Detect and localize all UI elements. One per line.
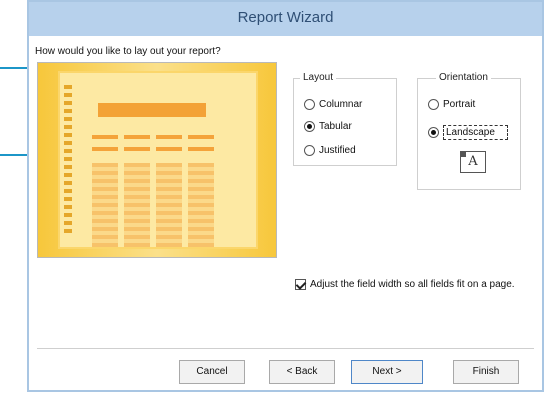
layout-option-justified[interactable]: Justified [304,145,356,156]
radio-justified[interactable] [304,145,315,156]
radio-landscape[interactable] [428,127,439,138]
layout-option-label: Columnar [319,99,363,110]
preview-header-row [92,147,214,151]
layout-preview-image [37,62,277,258]
radio-portrait[interactable] [428,99,439,110]
radio-tabular[interactable] [304,121,315,132]
orientation-group-label: Orientation [436,72,491,83]
orientation-option-label: Portrait [443,99,476,110]
layout-question: How would you like to lay out your repor… [35,46,221,57]
layout-option-columnar[interactable]: Columnar [304,99,362,110]
preview-header-row [92,135,214,139]
layout-option-label: Justified [319,145,356,156]
landscape-page-icon: A [460,151,486,173]
back-button[interactable]: < Back [269,360,335,384]
report-wizard-dialog: Report Wizard How would you like to lay … [27,0,544,392]
preview-binding-marks [64,85,72,235]
button-separator [37,348,534,349]
preview-title-bar [98,103,206,117]
orientation-option-portrait[interactable]: Portrait [428,99,475,110]
cancel-button[interactable]: Cancel [179,360,245,384]
layout-group-label: Layout [300,72,337,83]
adjust-field-width-label: Adjust the field width so all fields fit… [310,279,515,290]
orientation-option-label: Landscape [443,125,508,140]
title-bar: Report Wizard [29,2,542,36]
orientation-option-landscape[interactable]: Landscape [428,125,508,140]
layout-option-label: Tabular [319,121,352,132]
adjust-field-width-checkbox[interactable]: Adjust the field width so all fields fit… [295,278,525,291]
dialog-title: Report Wizard [237,9,334,26]
next-button[interactable]: Next > [351,360,423,384]
orientation-group: Orientation Portrait Landscape A [417,72,521,190]
layout-option-tabular[interactable]: Tabular [304,121,352,132]
radio-columnar[interactable] [304,99,315,110]
checkbox-adjust-width[interactable] [295,279,306,290]
preview-table-rows [92,163,214,247]
layout-group: Layout Columnar Tabular Justified [293,72,397,166]
finish-button[interactable]: Finish [453,360,519,384]
